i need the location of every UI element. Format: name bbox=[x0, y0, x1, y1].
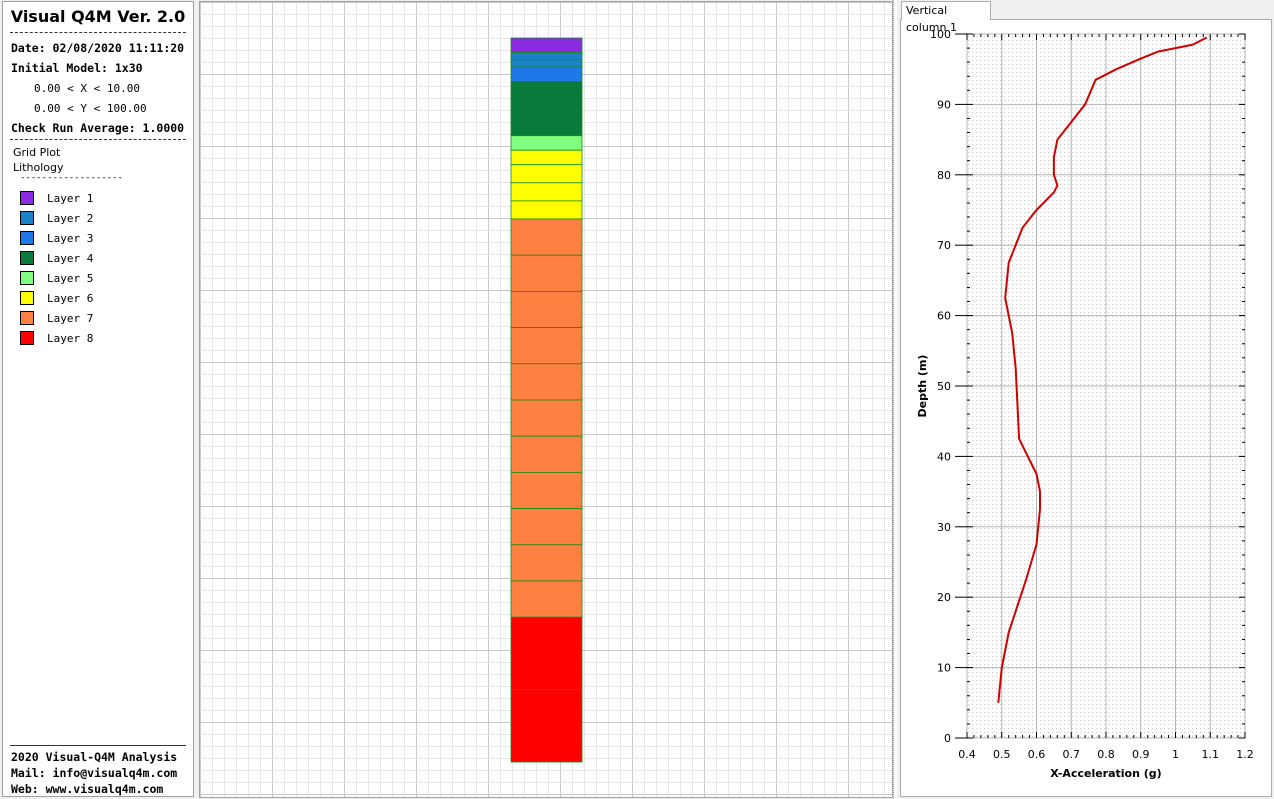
column-cell-layer-6 bbox=[510, 149, 583, 166]
x-range-label: 0.00 < X < 10.00 bbox=[34, 82, 140, 95]
column-cell-layer-6 bbox=[510, 164, 583, 184]
column-cell-layer-6 bbox=[510, 200, 583, 220]
y-axis-label: Depth (m) bbox=[916, 355, 929, 418]
column-cell-layer-7 bbox=[510, 290, 583, 328]
legend-label: Layer 3 bbox=[47, 232, 94, 245]
date-label: Date: 02/08/2020 11:11:20 bbox=[11, 41, 185, 55]
y-tick-labels: 0 10 20 30 40 50 60 70 80 90 100 bbox=[930, 28, 951, 745]
column-cell-layer-7 bbox=[510, 508, 583, 546]
y-tick-label: 0 bbox=[944, 732, 951, 745]
y-tick-label: 70 bbox=[937, 239, 951, 252]
column-cell-layer-7 bbox=[510, 435, 583, 473]
legend-label: Layer 2 bbox=[47, 212, 94, 225]
x-axis-label: X-Acceleration (g) bbox=[1050, 767, 1161, 780]
legend-label: Layer 1 bbox=[47, 192, 94, 205]
column-cell-layer-5 bbox=[510, 135, 583, 151]
legend-swatch bbox=[20, 331, 34, 345]
legend-swatch bbox=[20, 191, 34, 205]
legend-swatch bbox=[20, 291, 34, 305]
y-tick-label: 50 bbox=[937, 380, 951, 393]
y-tick-label: 10 bbox=[937, 662, 951, 675]
x-tick-label: 0.4 bbox=[958, 748, 976, 761]
y-tick-label: 20 bbox=[937, 591, 951, 604]
separator bbox=[10, 32, 186, 33]
legend-swatch bbox=[20, 251, 34, 265]
column-cell-layer-7 bbox=[510, 471, 583, 509]
legend-swatch bbox=[20, 271, 34, 285]
initial-model-label: Initial Model: 1x30 bbox=[11, 61, 143, 75]
info-panel: Visual Q4M Ver. 2.0 Date: 02/08/2020 11:… bbox=[2, 1, 194, 797]
legend-label: Layer 5 bbox=[47, 272, 94, 285]
column-cell-layer-7 bbox=[510, 254, 583, 292]
x-tick-labels: 0.4 0.5 0.6 0.7 0.8 0.9 1 1.1 1.2 bbox=[958, 748, 1254, 761]
acceleration-profile-chart: 0.4 0.5 0.6 0.7 0.8 0.9 1 1.1 1.2 0 10 20 30 40 50 60 7… bbox=[916, 28, 1254, 780]
column-cell-layer-7 bbox=[510, 544, 583, 582]
legend-label: Layer 8 bbox=[47, 332, 94, 345]
x-tick-label: 1.1 bbox=[1202, 748, 1220, 761]
footer-mail: Mail: info@visualq4m.com bbox=[11, 766, 178, 780]
legend-label: Layer 6 bbox=[47, 292, 94, 305]
legend-swatch bbox=[20, 211, 34, 225]
column-cell-layer-7 bbox=[510, 327, 583, 365]
y-tick-label: 80 bbox=[937, 169, 951, 182]
x-tick-label: 0.5 bbox=[993, 748, 1011, 761]
y-tick-label: 30 bbox=[937, 521, 951, 534]
column-cell-layer-7 bbox=[510, 218, 583, 256]
x-tick-label: 0.9 bbox=[1132, 748, 1150, 761]
grid-plot-svg bbox=[200, 2, 892, 797]
y-tick-label: 40 bbox=[937, 450, 951, 463]
x-tick-label: 0.8 bbox=[1097, 748, 1115, 761]
legend-divider: ------------------- bbox=[20, 173, 123, 183]
tab-vertical-column-1[interactable]: Vertical column 1 bbox=[901, 1, 991, 34]
column-cell-layer-7 bbox=[510, 580, 583, 618]
footer-copyright: 2020 Visual-Q4M Analysis bbox=[11, 750, 178, 764]
y-tick-label: 60 bbox=[937, 310, 951, 323]
y-tick-label: 100 bbox=[930, 28, 951, 41]
footer-web: Web: www.visualq4m.com bbox=[11, 782, 164, 796]
column-cell-layer-2 bbox=[510, 59, 583, 68]
separator bbox=[10, 139, 186, 140]
column-cell-layer-8 bbox=[510, 616, 583, 691]
column-cell-layer-1 bbox=[510, 37, 583, 53]
soil-column bbox=[510, 37, 583, 763]
app-title: Visual Q4M Ver. 2.0 bbox=[10, 7, 186, 26]
x-tick-label: 1 bbox=[1172, 748, 1179, 761]
x-tick-label: 0.6 bbox=[1028, 748, 1046, 761]
x-tick-label: 0.7 bbox=[1063, 748, 1081, 761]
legend-label: Layer 4 bbox=[47, 252, 94, 265]
legend-swatch bbox=[20, 311, 34, 325]
column-cell-layer-3 bbox=[510, 66, 583, 82]
footer-separator bbox=[10, 745, 186, 746]
column-cell-layer-4 bbox=[510, 81, 583, 137]
column-cell-layer-7 bbox=[510, 363, 583, 401]
x-tick-label: 1.2 bbox=[1236, 748, 1254, 761]
check-run-label: Check Run Average: 1.0000 bbox=[11, 121, 185, 135]
column-cell-layer-7 bbox=[510, 399, 583, 437]
column-cell-layer-8 bbox=[510, 689, 583, 763]
legend-label: Layer 7 bbox=[47, 312, 94, 325]
grid-plot-label: Grid Plot bbox=[13, 146, 61, 159]
grid-plot-canvas[interactable] bbox=[199, 1, 893, 798]
y-range-label: 0.00 < Y < 100.00 bbox=[34, 102, 147, 115]
y-tick-label: 90 bbox=[937, 98, 951, 111]
column-cell-layer-2 bbox=[510, 52, 583, 61]
column-cell-layer-6 bbox=[510, 182, 583, 202]
legend-swatch bbox=[20, 231, 34, 245]
